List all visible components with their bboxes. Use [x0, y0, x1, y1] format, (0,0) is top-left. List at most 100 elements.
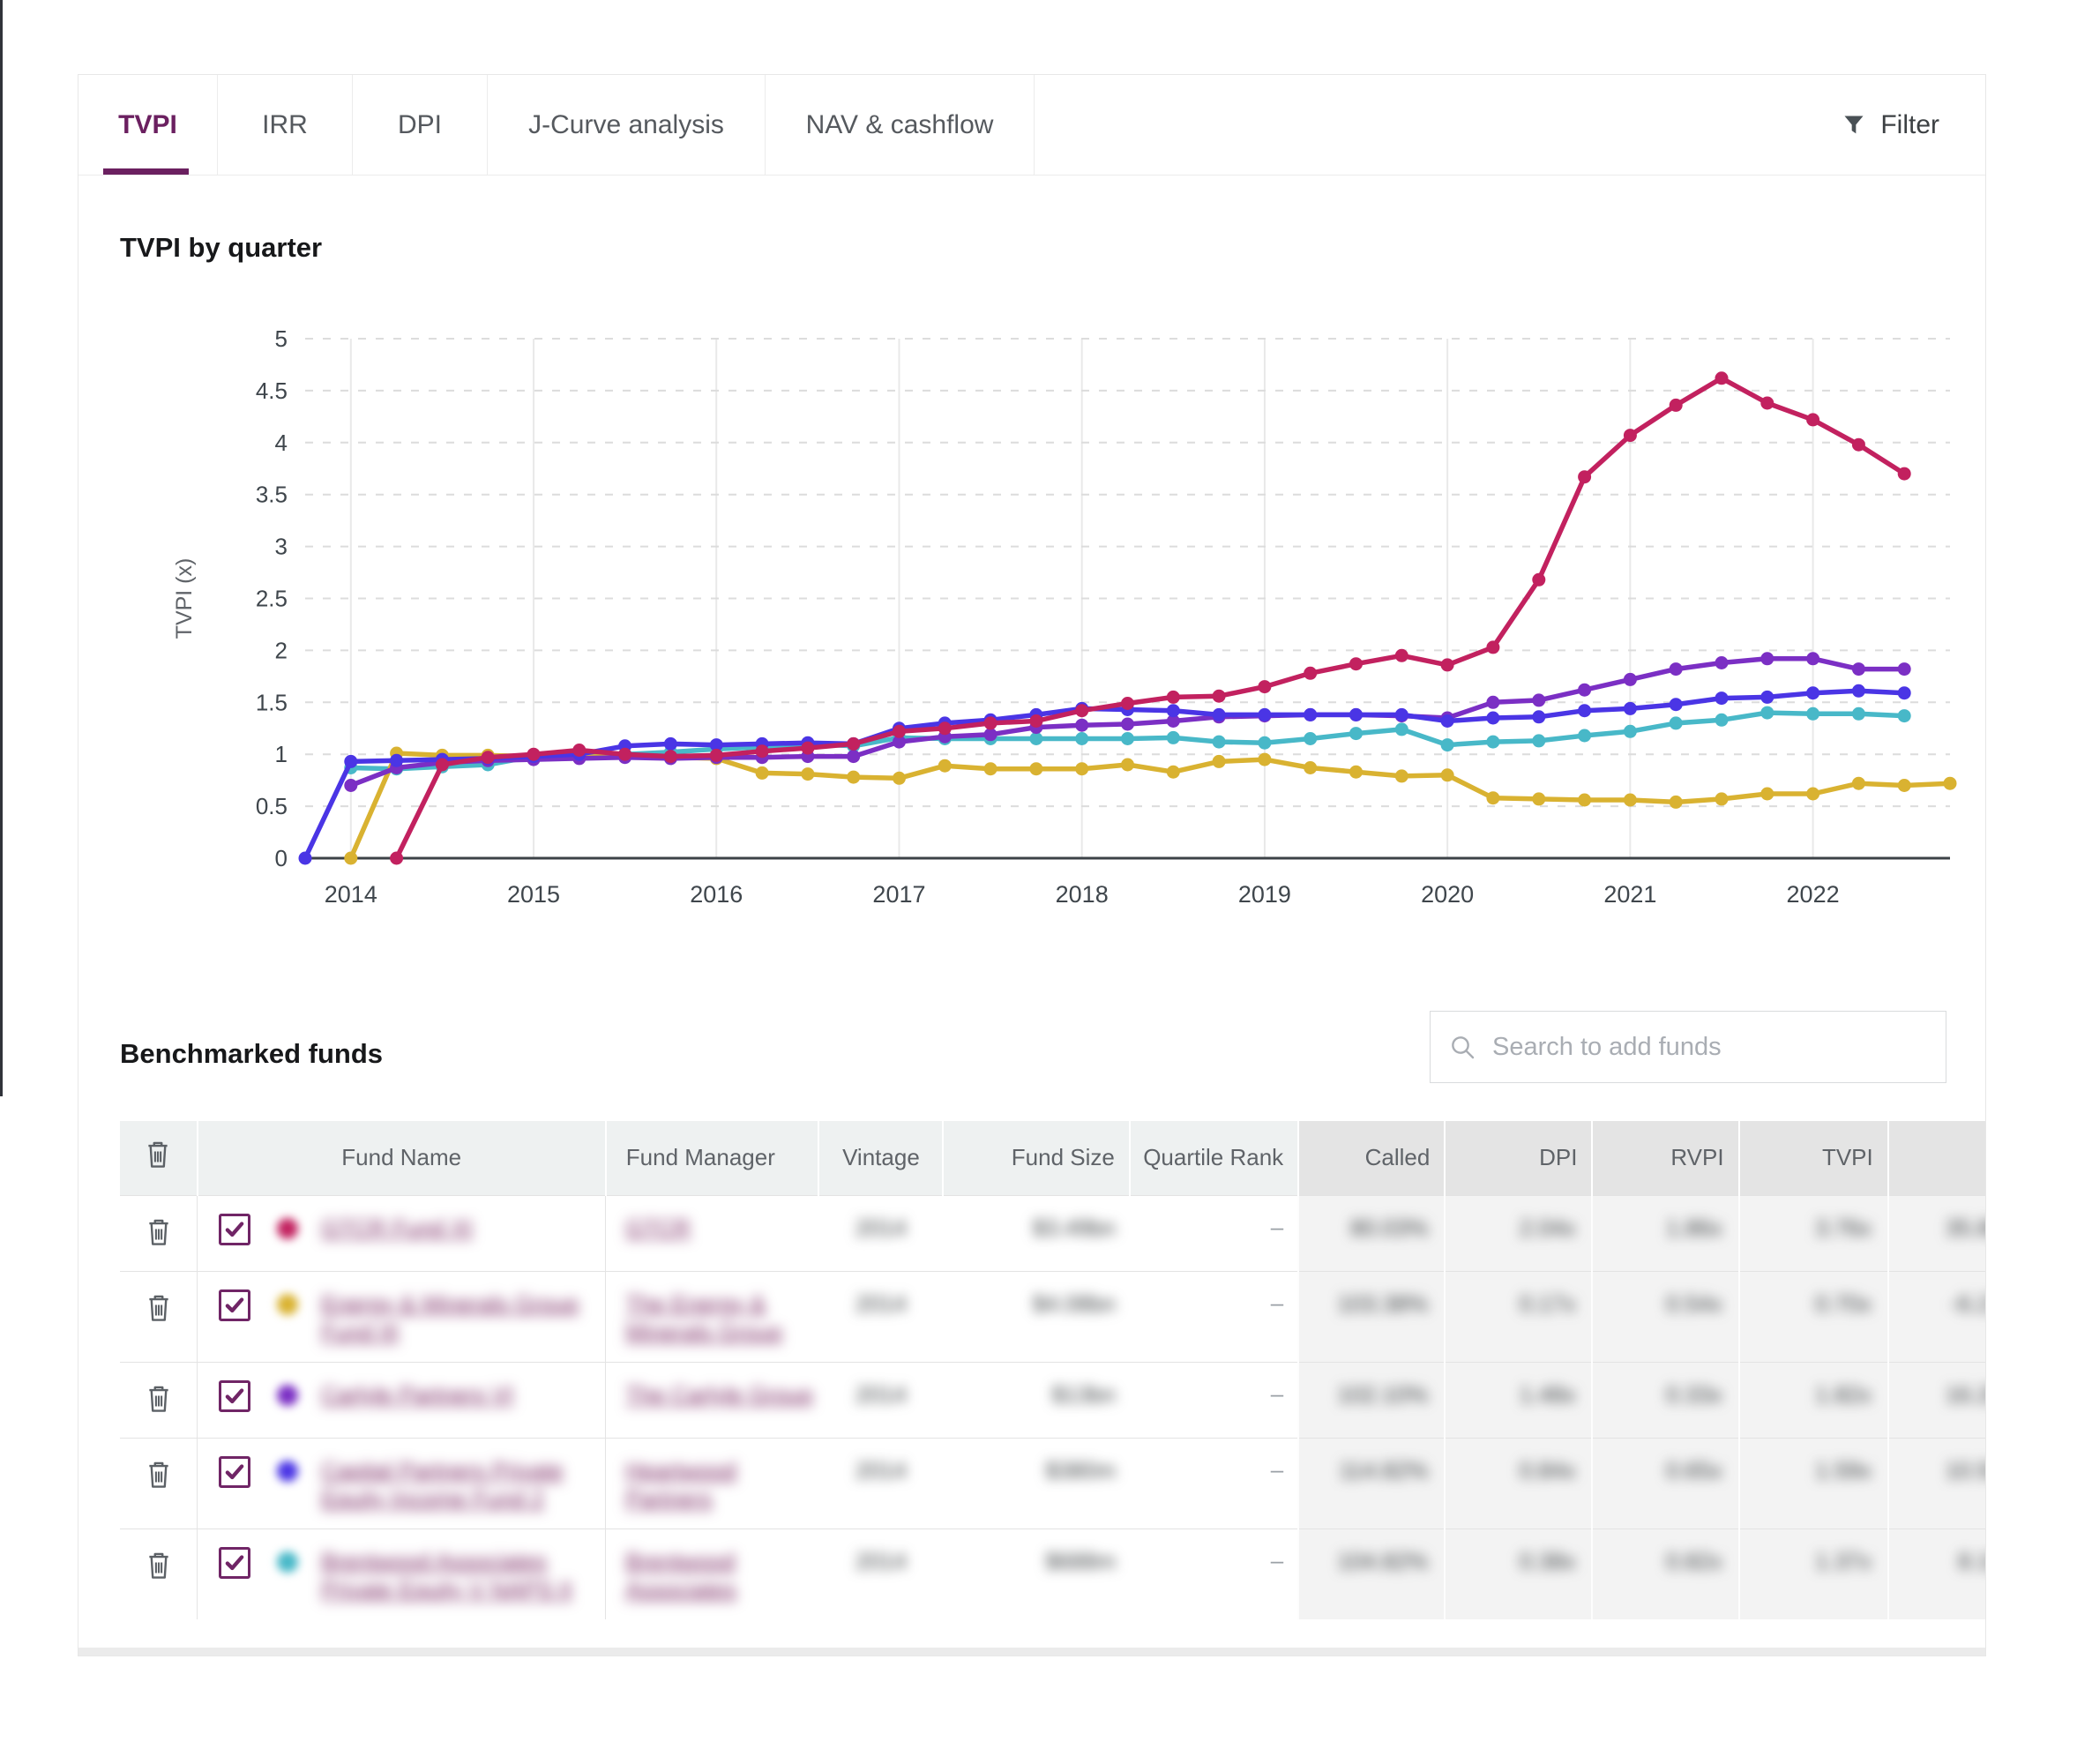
data-point	[1441, 768, 1454, 781]
fund-name-link[interactable]: Capital Partners Private Equity Income F…	[321, 1456, 586, 1513]
y-axis-tick-label: 5	[275, 325, 288, 352]
fund-visibility-checkbox[interactable]	[219, 1214, 250, 1245]
delete-fund-button[interactable]	[144, 1458, 174, 1491]
delete-fund-button[interactable]	[144, 1549, 174, 1582]
irr-cell: 16.20%	[1888, 1362, 1985, 1438]
data-point	[1898, 662, 1911, 676]
fund-manager-link[interactable]: GTCR	[625, 1214, 691, 1242]
y-axis-tick-label: 2.5	[256, 586, 288, 612]
irr-cell: -6.21%	[1888, 1271, 1985, 1362]
fund-size-cell: $380m	[943, 1438, 1129, 1529]
series-line-4	[397, 378, 1905, 858]
fund-visibility-checkbox[interactable]	[219, 1547, 250, 1579]
y-axis-tick-label: 4	[275, 430, 288, 456]
called-cell: 104.82%	[1298, 1529, 1445, 1619]
fund-visibility-checkbox[interactable]	[219, 1380, 250, 1412]
filter-funnel-icon	[1842, 113, 1866, 138]
data-point	[1898, 686, 1911, 699]
data-point	[1715, 792, 1729, 805]
fund-manager-link[interactable]: The Energy & Minerals Group	[625, 1289, 818, 1346]
fund-name-link[interactable]: Energy & Minerals Group Fund III	[321, 1289, 586, 1346]
data-point	[1441, 714, 1454, 728]
data-point	[482, 751, 495, 764]
data-point	[847, 771, 860, 784]
horizontal-scrollbar-track[interactable]	[78, 1648, 1985, 1656]
fund-color-dot	[277, 1294, 298, 1315]
fund-manager-cell: GTCR	[606, 1195, 819, 1271]
quartile-rank-cell: –	[1130, 1529, 1298, 1619]
data-point	[1486, 712, 1499, 725]
y-axis-tick-label: 1	[275, 741, 288, 767]
delete-fund-button[interactable]	[144, 1291, 174, 1325]
data-point	[1258, 753, 1271, 766]
data-point	[1213, 690, 1226, 703]
delete-fund-button[interactable]	[144, 1215, 174, 1249]
benchmarked-funds-heading: Benchmarked funds	[120, 1038, 383, 1070]
fund-color-dot	[277, 1218, 298, 1239]
tab-dpi[interactable]: DPI	[353, 75, 488, 175]
data-point	[710, 749, 723, 762]
called-cell: 80.03%	[1298, 1195, 1445, 1271]
data-point	[1532, 792, 1545, 805]
data-point	[1349, 766, 1363, 779]
add-funds-search[interactable]	[1430, 1011, 1946, 1083]
x-axis-tick-label: 2020	[1421, 881, 1474, 908]
data-point	[1760, 691, 1774, 704]
y-axis-tick-label: 0	[275, 845, 288, 871]
data-point	[1486, 791, 1499, 804]
fund-size-cell: $3.49bn	[943, 1195, 1129, 1271]
rvpi-cell: 0.33x	[1592, 1362, 1738, 1438]
tab-tvpi[interactable]: TVPI	[78, 75, 218, 175]
data-point	[1167, 704, 1180, 717]
data-point	[1760, 397, 1774, 410]
chart-title: TVPI by quarter	[120, 232, 322, 264]
data-point	[756, 744, 769, 758]
dpi-cell: 0.38x	[1445, 1529, 1592, 1619]
column-header-fund-size: Fund Size	[943, 1121, 1129, 1195]
column-header-quartile-rank: Quartile Rank	[1130, 1121, 1298, 1195]
data-point	[1258, 708, 1271, 721]
data-point	[1167, 691, 1180, 704]
fund-size-cell: $4.08bn	[943, 1271, 1129, 1362]
fund-visibility-checkbox[interactable]	[219, 1289, 250, 1321]
tab-nav-cashflow[interactable]: NAV & cashflow	[766, 75, 1035, 175]
row-delete-cell	[120, 1362, 198, 1438]
filter-button[interactable]: Filter	[1824, 75, 1985, 175]
fund-manager-link[interactable]: Brentwood Associates	[625, 1547, 818, 1603]
data-point	[1441, 658, 1454, 671]
data-point	[299, 852, 312, 865]
called-cell: 102.10%	[1298, 1362, 1445, 1438]
fund-size-cell: $13bn	[943, 1362, 1129, 1438]
x-axis-tick-label: 2016	[690, 881, 743, 908]
search-input[interactable]	[1492, 1033, 1928, 1062]
fund-manager-link[interactable]: The Carlyle Group	[625, 1380, 812, 1409]
fund-name-link[interactable]: Carlyle Partners VI	[321, 1380, 513, 1409]
irr-cell: 8.10%	[1888, 1529, 1985, 1619]
benchmarking-panel: TVPI IRR DPI J-Curve analysis NAV & cash…	[78, 74, 1986, 1656]
data-point	[1075, 732, 1088, 745]
data-point	[1670, 716, 1683, 729]
fund-table-row: Capital Partners Private Equity Income F…	[120, 1438, 1985, 1529]
fund-name-link[interactable]: GTCR Fund XI	[321, 1214, 473, 1242]
tab-jcurve-analysis[interactable]: J-Curve analysis	[488, 75, 766, 175]
tvpi-cell: 1.82x	[1739, 1362, 1888, 1438]
trash-icon	[144, 1215, 174, 1249]
fund-name-link[interactable]: Brentwood Associates Private Equity V NA…	[321, 1547, 586, 1603]
data-point	[1121, 759, 1134, 772]
data-point	[1806, 686, 1819, 699]
data-point	[1075, 719, 1088, 732]
rvpi-cell: 0.82x	[1592, 1529, 1738, 1619]
fund-manager-link[interactable]: Heartwood Partners	[625, 1456, 818, 1513]
fund-visibility-checkbox[interactable]	[219, 1456, 250, 1488]
quartile-rank-cell: –	[1130, 1271, 1298, 1362]
vintage-cell: 2014	[818, 1438, 943, 1529]
data-point	[1441, 738, 1454, 751]
data-point	[1852, 707, 1865, 721]
data-point	[527, 748, 541, 761]
tab-irr[interactable]: IRR	[218, 75, 353, 175]
funds-table: Fund Name Fund Manager Vintage Fund Size…	[120, 1121, 1985, 1619]
tvpi-by-quarter-chart: 20142015201620172018201920202021202200.5…	[167, 304, 1986, 939]
delete-fund-button[interactable]	[144, 1382, 174, 1416]
vintage-cell: 2014	[818, 1195, 943, 1271]
fund-table-row: GTCR Fund XIGTCR2014$3.49bn–80.03%2.04x1…	[120, 1195, 1985, 1271]
